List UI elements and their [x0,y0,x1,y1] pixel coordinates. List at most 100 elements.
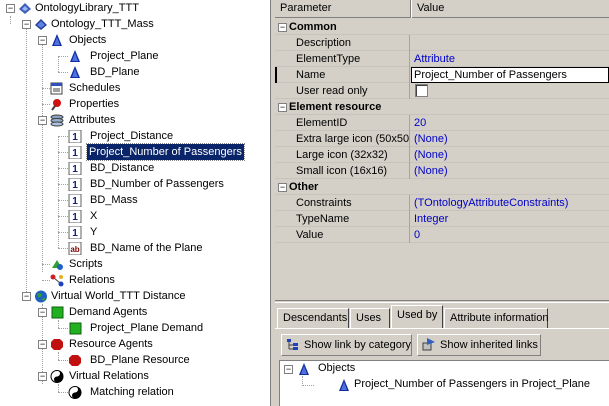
parameter-column-header[interactable]: Parameter [275,0,411,18]
tree-item-virtual-relations[interactable]: − Virtual Relations [0,368,270,384]
tree-item-ontologylibrary-ttt[interactable]: − OntologyLibrary_TTT [0,0,270,16]
tree-item-schedules[interactable]: Schedules [0,80,270,96]
tree-connector [58,352,59,360]
collapse-icon[interactable]: − [22,20,31,29]
tree-item-label: X [90,210,98,222]
tree-item-label: Resource Agents [69,338,153,350]
tree-item-attributes[interactable]: − Attributes [0,112,270,128]
collapse-icon[interactable]: − [38,308,47,317]
tree-item-scripts[interactable]: Scripts [0,256,270,272]
name-input[interactable]: Project_Number of Passengers [411,67,609,83]
resource-agent-icon [69,355,81,366]
tree-item-matching-relation[interactable]: Matching relation [0,384,270,400]
tree-item-bd-distance[interactable]: 1 BD_Distance [0,160,270,176]
param-name: Large icon (32x32) [296,147,410,163]
collapse-icon[interactable]: − [38,116,47,125]
collapse-icon[interactable]: − [278,183,287,192]
tree-connector [58,168,68,169]
category-label: Element resource [289,101,382,113]
row-value[interactable]: Value 0 [275,227,609,243]
param-value[interactable]: Integer [411,211,609,227]
svg-text:1: 1 [72,148,78,159]
tree-item-project-number-of-passengers[interactable]: 1 Project_Number of Passengers [0,143,270,161]
property-grid[interactable]: Parameter Value − Common Description Ele… [275,0,609,300]
param-value[interactable]: (TOntologyAttributeConstraints) [411,195,609,211]
tree-item-project-plane[interactable]: Project_Plane [0,48,270,64]
main-window: − OntologyLibrary_TTT − Ontology_TTT_Mas… [0,0,609,406]
collapse-icon[interactable]: − [278,103,287,112]
collapse-icon[interactable]: − [38,340,47,349]
tree-connector [58,200,68,201]
category-element-resource[interactable]: − Element resource [275,99,609,115]
tree-item-objects[interactable]: − Objects [0,32,270,48]
param-value[interactable]: 20 [411,115,609,131]
category-common[interactable]: − Common [275,19,609,35]
text-attribute-icon: ab [68,242,82,255]
param-value[interactable]: (None) [411,163,609,179]
horizontal-splitter[interactable] [275,300,609,303]
links-panel: Descendants Uses Used by Attribute infor… [275,300,609,406]
collapse-icon[interactable]: − [6,4,15,13]
ontology-tree[interactable]: − OntologyLibrary_TTT − Ontology_TTT_Mas… [0,0,271,406]
tab-uses[interactable]: Uses [350,308,390,328]
param-value[interactable]: 0 [411,227,609,243]
row-type-name[interactable]: TypeName Integer [275,211,609,227]
tree-item-project-plane-demand[interactable]: Project_Plane Demand [0,320,270,336]
tree-item-x[interactable]: 1 X [0,208,270,224]
collapse-icon[interactable]: − [38,372,47,381]
row-large-icon[interactable]: Large icon (32x32) (None) [275,147,609,163]
tab-used-by[interactable]: Used by [391,305,443,328]
row-element-id[interactable]: ElementID 20 [275,115,609,131]
svg-text:1: 1 [72,212,78,223]
tree-item-virtual-world[interactable]: − Virtual World_TTT Distance [0,288,270,304]
tree-connector [58,392,68,393]
category-other[interactable]: − Other [275,179,609,195]
param-value[interactable] [411,35,609,51]
svg-text:ab: ab [70,245,79,254]
param-name: Extra large icon (50x50) [296,131,410,147]
matching-relation-icon [68,386,82,399]
row-element-type[interactable]: ElementType Attribute [275,51,609,67]
tree-connector [42,280,50,281]
tree-item-resource-agents[interactable]: − Resource Agents [0,336,270,352]
svg-text:1: 1 [72,196,78,207]
show-inherited-links-button[interactable]: Show inherited links [417,334,541,356]
ontology-icon [35,19,47,30]
param-value[interactable]: Attribute [411,51,609,67]
tree-item-y[interactable]: 1 Y [0,224,270,240]
param-value[interactable]: (None) [411,147,609,163]
tree-item-project-distance[interactable]: 1 Project_Distance [0,128,270,144]
tree-item-label: BD_Mass [90,194,138,206]
show-link-by-category-button[interactable]: Show link by category [281,334,412,356]
tree-item-ontology-ttt-mass[interactable]: − Ontology_TTT_Mass [0,16,270,32]
param-name: Name [296,67,410,83]
collapse-icon[interactable]: − [278,23,287,32]
used-by-tree[interactable]: − Objects Project_Number of Passengers i… [279,360,609,406]
tree-item-relations[interactable]: Relations [0,272,270,288]
param-value[interactable]: (None) [411,131,609,147]
user-read-only-checkbox[interactable] [415,84,428,97]
number-attribute-icon: 1 [68,146,82,159]
collapse-icon[interactable]: − [22,292,31,301]
row-user-read-only[interactable]: User read only [275,83,609,99]
row-constraints[interactable]: Constraints (TOntologyAttributeConstrain… [275,195,609,211]
tree-connector [58,248,68,249]
row-extra-large-icon[interactable]: Extra large icon (50x50) (None) [275,131,609,147]
tree-item-bd-number-of-passengers[interactable]: 1 BD_Number of Passengers [0,176,270,192]
tree-item-bd-plane[interactable]: BD_Plane [0,64,270,80]
button-label: Show inherited links [440,339,538,351]
value-column-header[interactable]: Value [411,0,609,18]
row-small-icon[interactable]: Small icon (16x16) (None) [275,163,609,179]
tree-item-bd-mass[interactable]: 1 BD_Mass [0,192,270,208]
tab-descendants[interactable]: Descendants [277,308,349,328]
tree-item-properties[interactable]: Properties [0,96,270,112]
used-by-link-item[interactable]: Project_Number of Passengers in Project_… [354,378,590,390]
tab-attribute-information[interactable]: Attribute information [444,308,548,328]
collapse-icon[interactable]: − [38,36,47,45]
tree-item-bd-name-of-the-plane[interactable]: ab BD_Name of the Plane [0,240,270,256]
tree-item-demand-agents[interactable]: − Demand Agents [0,304,270,320]
collapse-icon[interactable]: − [284,365,293,374]
row-description[interactable]: Description [275,35,609,51]
tree-item-bd-plane-resource[interactable]: BD_Plane Resource [0,352,270,368]
row-name[interactable]: Name Project_Number of Passengers [275,67,609,83]
